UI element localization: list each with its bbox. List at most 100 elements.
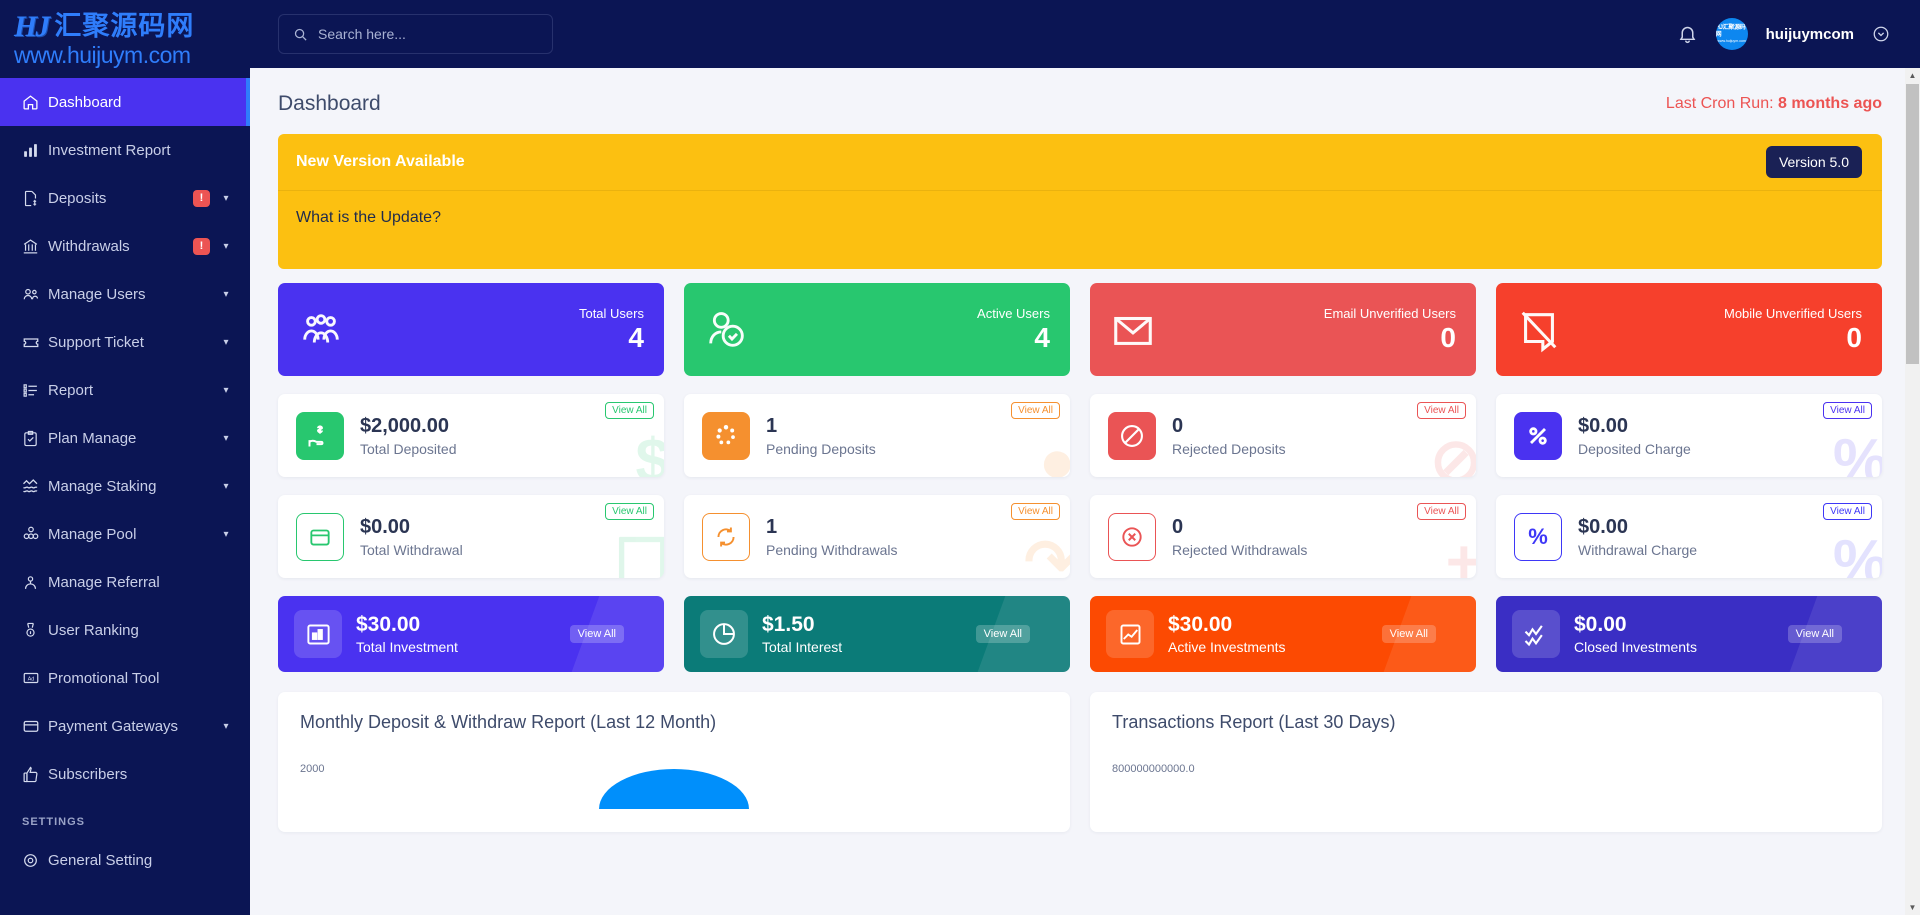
view-all-button[interactable]: View All <box>1417 402 1466 419</box>
user-check-icon <box>704 307 750 353</box>
withdraw-cards-row: $0.00 Total Withdrawal View All ☐ 1 Pend… <box>278 495 1882 578</box>
decorative-ghost-icon: $ <box>635 427 664 478</box>
sidebar-item-label: Manage Pool <box>48 525 137 543</box>
stat-card-email-unverified[interactable]: Email Unverified Users 0 <box>1090 283 1476 376</box>
sidebar-item-withdrawals[interactable]: Withdrawals ! ▾ <box>0 222 250 270</box>
sidebar-item-subscribers[interactable]: Subscribers <box>0 750 250 798</box>
stat-card-active-users[interactable]: Active Users 4 <box>684 283 1070 376</box>
sidebar-item-manage-pool[interactable]: Manage Pool ▾ <box>0 510 250 558</box>
chevron-down-icon[interactable]: ▾ <box>220 241 232 252</box>
view-all-button[interactable]: View All <box>1011 503 1060 520</box>
card-body: $30.00 Active Investments <box>1168 613 1286 655</box>
chevron-down-icon[interactable]: ▾ <box>220 721 232 732</box>
sidebar-item-report[interactable]: Report ▾ <box>0 366 250 414</box>
stat-card-label: Email Unverified Users <box>1323 306 1456 322</box>
card-total-withdrawal[interactable]: $0.00 Total Withdrawal View All ☐ <box>278 495 664 578</box>
card-deposited-charge[interactable]: $0.00 Deposited Charge View All % <box>1496 394 1882 477</box>
chart-y-axis-tick: 800000000000.0 <box>1112 763 1195 775</box>
bell-icon[interactable] <box>1677 24 1698 45</box>
sidebar-item-plan-manage[interactable]: Plan Manage ▾ <box>0 414 250 462</box>
view-all-button[interactable]: View All <box>1417 503 1466 520</box>
ad-icon: Ad <box>22 669 48 687</box>
stat-card-label: Total Users <box>578 306 644 322</box>
brand-url-text: www.huijuym.com <box>14 41 191 68</box>
chevron-down-circle-icon[interactable] <box>1872 25 1890 43</box>
scroll-up-arrow[interactable]: ▲ <box>1905 68 1920 83</box>
card-closed-investments[interactable]: $0.00 Closed Investments View All <box>1496 596 1882 672</box>
card-value: 1 <box>766 515 778 538</box>
sidebar-item-deposits[interactable]: Deposits ! ▾ <box>0 174 250 222</box>
spinner-icon <box>702 411 750 460</box>
card-body: 1 Pending Deposits <box>766 415 876 457</box>
view-all-button[interactable]: View All <box>605 402 654 419</box>
chevron-down-icon[interactable]: ▾ <box>220 193 232 204</box>
card-value: $30.00 <box>356 612 421 636</box>
panel-title: Monthly Deposit & Withdraw Report (Last … <box>300 712 717 732</box>
card-body: $2,000.00 Total Deposited <box>360 415 457 457</box>
sidebar-item-manage-users[interactable]: Manage Users ▾ <box>0 270 250 318</box>
chevron-down-icon[interactable]: ▾ <box>220 481 232 492</box>
version-badge[interactable]: Version 5.0 <box>1765 146 1862 178</box>
search-input[interactable] <box>318 26 538 42</box>
card-value: $0.00 <box>1578 515 1629 538</box>
sidebar-item-investment-report[interactable]: Investment Report <box>0 126 250 174</box>
sidebar-item-user-ranking[interactable]: User Ranking <box>0 606 250 654</box>
sidebar-item-support-ticket[interactable]: Support Ticket ▾ <box>0 318 250 366</box>
vertical-scrollbar[interactable]: ▲ ▼ <box>1905 68 1920 915</box>
wave-chart-icon <box>1512 610 1560 658</box>
search-box[interactable] <box>278 14 553 54</box>
bar-chart-icon <box>22 142 48 159</box>
sidebar-item-label: Withdrawals <box>48 237 130 255</box>
sidebar-item-label: Subscribers <box>48 765 128 783</box>
decorative-ghost-icon: ↷ <box>1024 528 1070 579</box>
card-total-deposited[interactable]: $2,000.00 Total Deposited View All $ <box>278 394 664 477</box>
chevron-down-icon[interactable]: ▾ <box>220 337 232 348</box>
card-rejected-deposits[interactable]: 0 Rejected Deposits View All ⊘ <box>1090 394 1476 477</box>
card-value: 1 <box>766 414 778 437</box>
svg-text:Ad: Ad <box>28 677 35 683</box>
card-withdrawal-charge[interactable]: % $0.00 Withdrawal Charge View All % <box>1496 495 1882 578</box>
percent-outline-icon: % <box>1514 512 1562 561</box>
chevron-down-icon[interactable]: ▾ <box>220 289 232 300</box>
user-name[interactable]: huijuymcom <box>1766 26 1854 43</box>
view-all-button[interactable]: View All <box>1011 402 1060 419</box>
page-title: Dashboard <box>278 92 381 115</box>
sidebar-item-manage-staking[interactable]: Manage Staking ▾ <box>0 462 250 510</box>
stat-card-mobile-unverified[interactable]: Mobile Unverified Users 0 <box>1496 283 1882 376</box>
sidebar-item-promotional-tool[interactable]: Ad Promotional Tool <box>0 654 250 702</box>
version-banner-header: New Version Available Version 5.0 <box>278 134 1882 191</box>
card-pending-deposits[interactable]: 1 Pending Deposits View All ● <box>684 394 1070 477</box>
view-all-button[interactable]: View All <box>1823 402 1872 419</box>
home-icon <box>22 94 48 111</box>
card-label: Total Interest <box>762 639 843 656</box>
chart-bar-icon <box>294 610 342 658</box>
view-all-button[interactable]: View All <box>605 503 654 520</box>
sidebar-item-dashboard[interactable]: Dashboard <box>0 78 250 126</box>
card-total-investment[interactable]: $30.00 Total Investment View All <box>278 596 664 672</box>
sidebar-item-manage-referral[interactable]: Manage Referral <box>0 558 250 606</box>
sidebar-item-general-setting[interactable]: General Setting <box>0 836 250 884</box>
view-all-button[interactable]: View All <box>1823 503 1872 520</box>
stat-card-total-users[interactable]: Total Users 4 <box>278 283 664 376</box>
chevron-down-icon[interactable]: ▾ <box>220 529 232 540</box>
card-active-investments[interactable]: $30.00 Active Investments View All <box>1090 596 1476 672</box>
chevron-down-icon[interactable]: ▾ <box>220 433 232 444</box>
card-total-interest[interactable]: $1.50 Total Interest View All <box>684 596 1070 672</box>
wallet-card-icon <box>296 512 344 561</box>
card-pending-withdrawals[interactable]: 1 Pending Withdrawals View All ↷ <box>684 495 1070 578</box>
cron-label: Last Cron Run: <box>1665 95 1778 112</box>
card-value: $1.50 <box>762 612 815 636</box>
sidebar-item-payment-gateways[interactable]: Payment Gateways ▾ <box>0 702 250 750</box>
chevron-down-icon[interactable]: ▾ <box>220 385 232 396</box>
scroll-down-arrow[interactable]: ▼ <box>1905 900 1920 915</box>
page-content: Dashboard Last Cron Run: 8 months ago Ne… <box>250 68 1920 915</box>
hand-dollar-icon <box>296 411 344 460</box>
brand-logo[interactable]: HJ 汇聚源码网 www.huijuym.com <box>0 0 250 68</box>
status-badge: ! <box>193 237 210 255</box>
ticket-icon <box>22 333 48 351</box>
scroll-thumb[interactable] <box>1906 84 1919 364</box>
card-body: $30.00 Total Investment <box>356 613 458 655</box>
card-rejected-withdrawals[interactable]: 0 Rejected Withdrawals View All + <box>1090 495 1476 578</box>
avatar[interactable]: HJ汇聚源码网 www.huijuym.com <box>1715 18 1748 50</box>
version-banner-body: What is the Update? <box>296 209 441 226</box>
